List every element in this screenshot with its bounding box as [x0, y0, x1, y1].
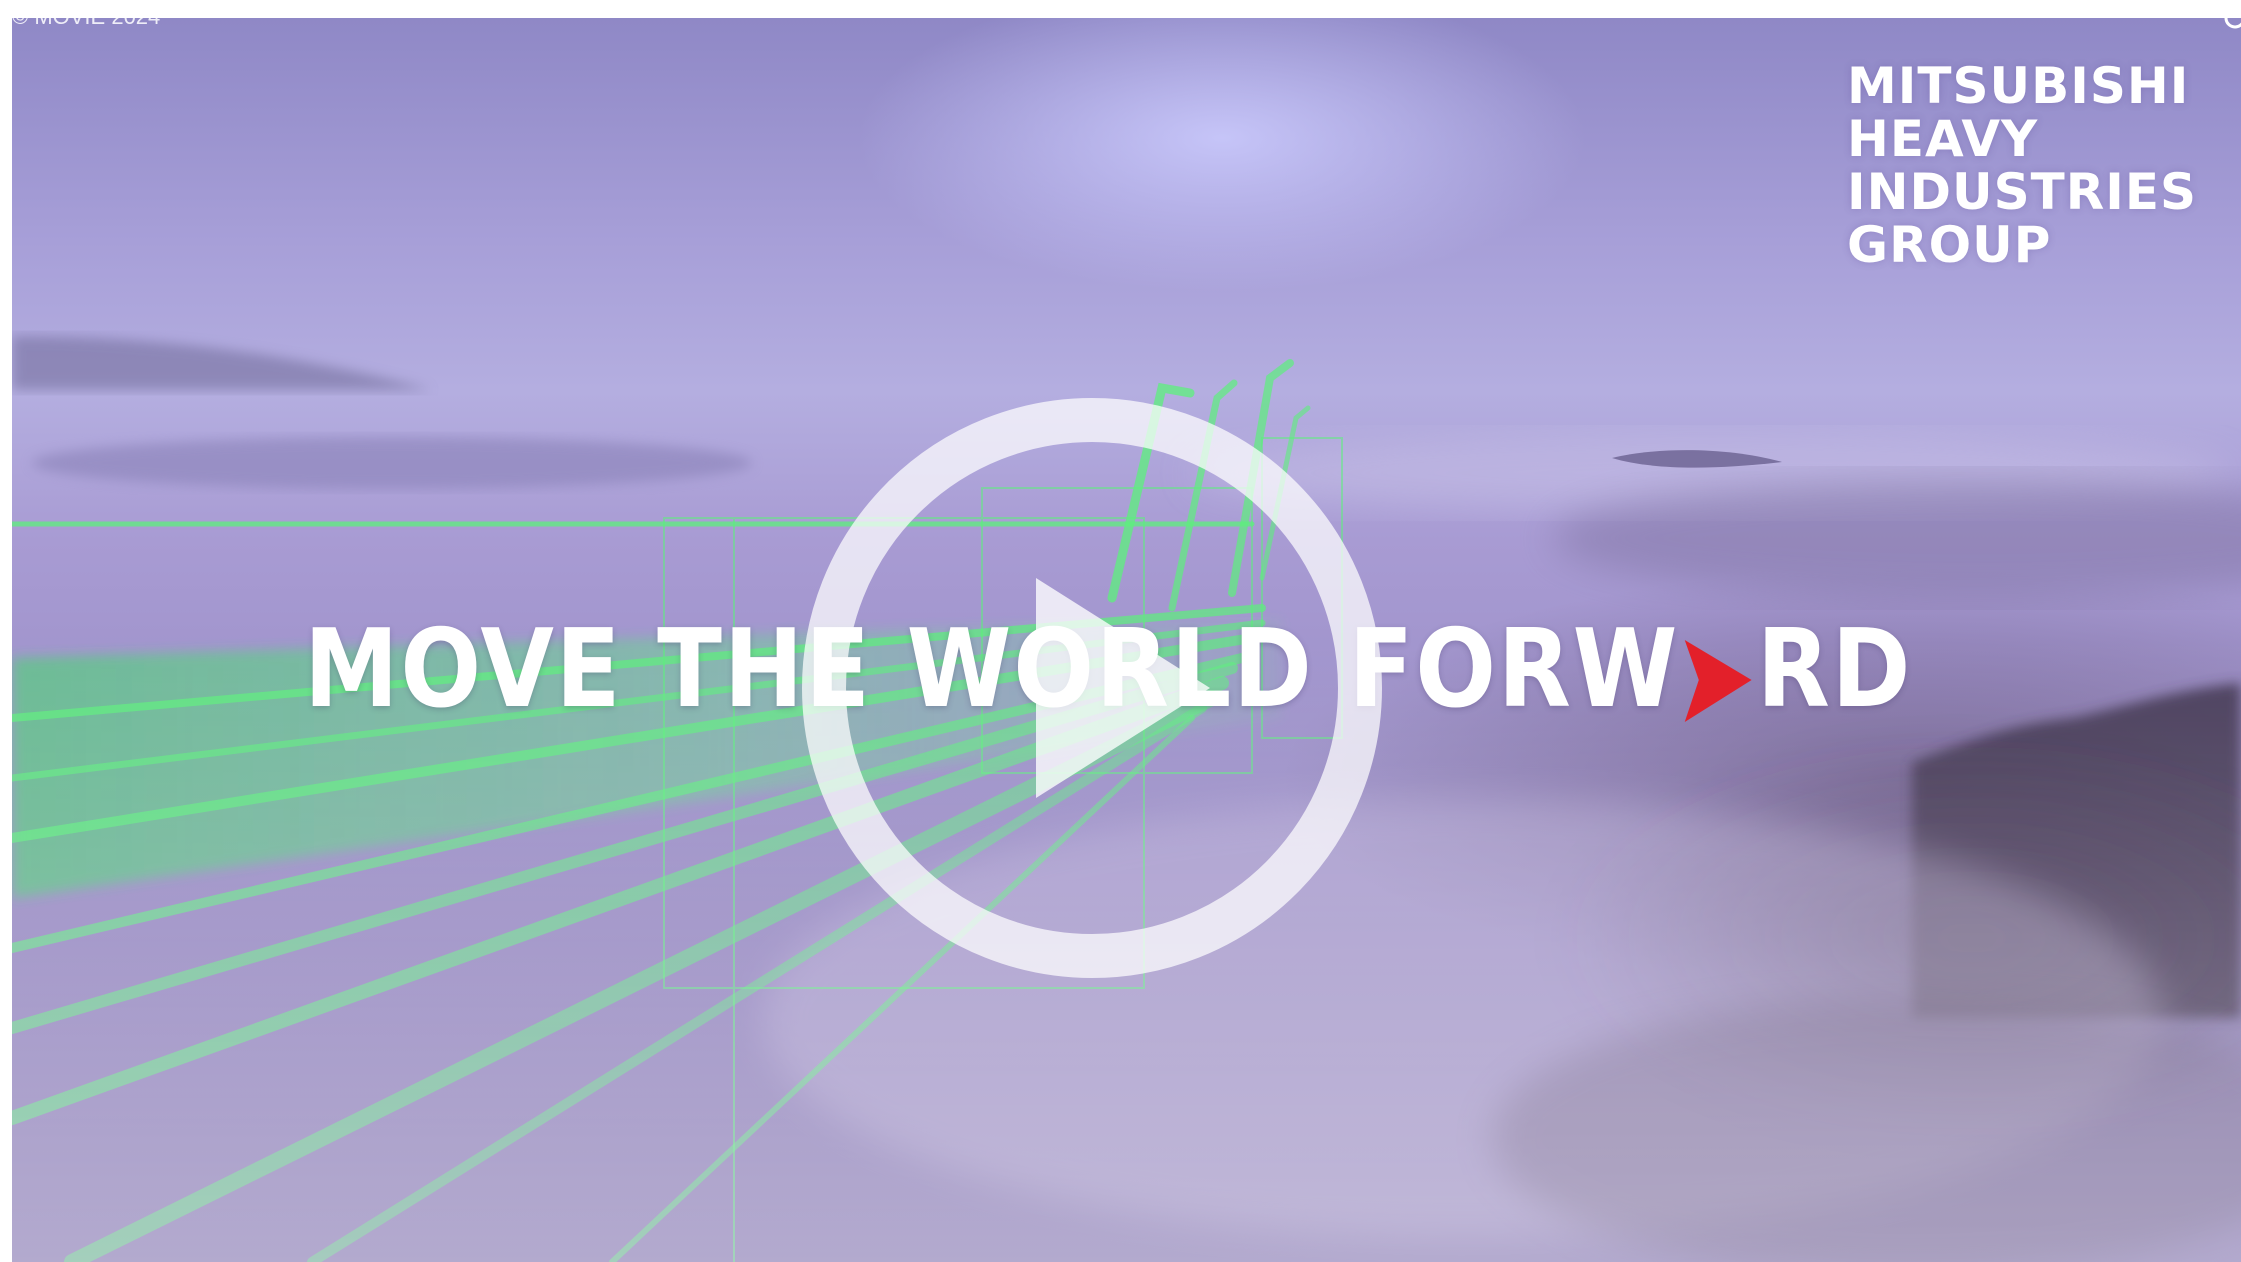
- play-circle-icon[interactable]: [792, 388, 1392, 988]
- red-chevron-a-icon: [1684, 640, 1752, 722]
- more-options-icon[interactable]: [2223, 18, 2241, 32]
- brand-logo-line-1: MITSUBISHI: [1847, 57, 2190, 115]
- brand-logo-line-3: INDUSTRIES: [1847, 163, 2197, 221]
- brand-logo-line-4: GROUP: [1847, 216, 2052, 274]
- headline-text-end: RD: [1756, 607, 1913, 732]
- headline-accent-letter: [1679, 614, 1756, 722]
- video-title-overlay: © MOVIE 2024: [12, 18, 160, 30]
- video-player[interactable]: © MOVIE 2024 MITSUBISHI HEAVY INDUSTRIES…: [12, 18, 2241, 1262]
- brand-logo-line-2: HEAVY: [1847, 110, 2039, 168]
- brand-logo: MITSUBISHI HEAVY INDUSTRIES GROUP: [1847, 60, 2197, 272]
- page: © MOVIE 2024 MITSUBISHI HEAVY INDUSTRIES…: [0, 0, 2241, 1262]
